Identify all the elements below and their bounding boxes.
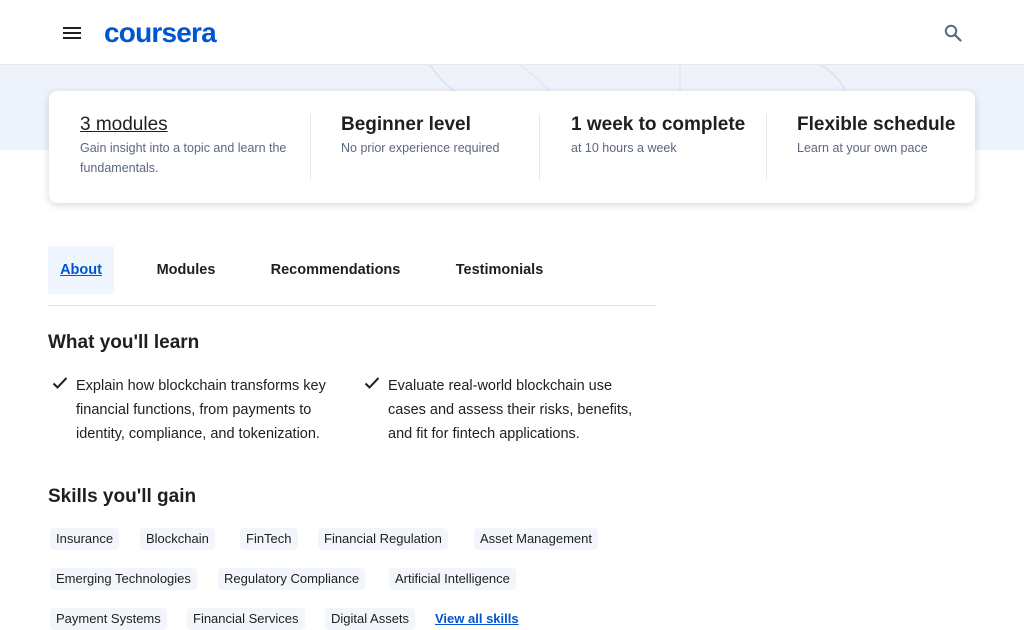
skill-chip[interactable]: Artificial Intelligence [389,568,516,590]
tab-about[interactable]: About [48,246,114,294]
search-icon [944,24,962,42]
tab-modules[interactable]: Modules [144,246,228,294]
modules-link[interactable]: 3 modules [80,113,295,137]
check-icon [52,377,68,389]
info-divider [310,114,311,180]
search-button[interactable] [928,9,978,57]
skill-chip[interactable]: FinTech [240,528,298,550]
skill-chip[interactable]: Asset Management [474,528,599,550]
learn-item-text: Evaluate real-world blockchain use cases… [388,378,633,442]
duration-info: 1 week to complete at 10 hours a week [571,113,745,158]
menu-button[interactable] [47,9,97,57]
level-title: Beginner level [341,114,471,135]
coursera-logo[interactable]: coursera [104,16,217,50]
duration-description: at 10 hours a week [571,141,677,155]
schedule-title: Flexible schedule [797,114,956,135]
skills-heading: Skills you'll gain [48,486,197,507]
menu-icon [63,27,81,39]
learn-item[interactable]: Explain how blockchain transforms key fi… [40,366,352,455]
skill-chip[interactable]: Digital Assets [325,608,416,630]
skill-chip[interactable]: Emerging Technologies [50,568,197,590]
schedule-info: Flexible schedule Learn at your own pace [797,113,955,158]
skill-chip[interactable]: Blockchain [140,528,215,550]
level-description: No prior experience required [341,141,500,155]
duration-title: 1 week to complete [571,114,746,135]
top-navigation-bar: coursera [0,0,1024,65]
course-tabs: About Modules Recommendations Testimonia… [48,246,656,306]
course-info-card: 3 modules Gain insight into a topic and … [49,91,975,203]
modules-description: Gain insight into a topic and learn the … [80,141,287,175]
skill-chip[interactable]: Insurance [50,528,120,550]
skill-chip[interactable]: Regulatory Compliance [218,568,366,590]
tab-recommendations[interactable]: Recommendations [258,246,413,294]
info-divider [539,114,540,180]
skill-chip[interactable]: Payment Systems [50,608,167,630]
check-icon [364,377,380,389]
learn-item-text: Explain how blockchain transforms key fi… [76,378,326,442]
skill-chip[interactable]: Financial Services [187,608,305,630]
view-all-skills-link[interactable]: View all skills [429,608,525,630]
skill-chip[interactable]: Financial Regulation [318,528,448,550]
tab-testimonials[interactable]: Testimonials [443,246,556,294]
level-info: Beginner level No prior experience requi… [341,113,499,158]
learn-heading: What you'll learn [48,332,200,353]
modules-info: 3 modules Gain insight into a topic and … [80,113,295,178]
info-divider [766,114,767,180]
schedule-description: Learn at your own pace [797,141,928,155]
learn-item[interactable]: Evaluate real-world blockchain use cases… [352,366,665,455]
